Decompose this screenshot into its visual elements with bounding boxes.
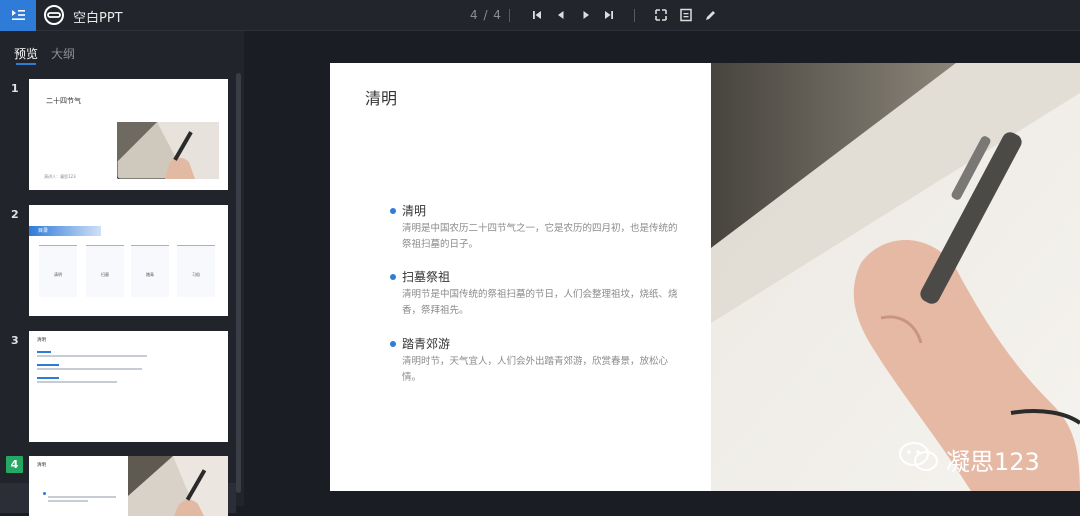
slide-title: 清明 — [365, 89, 398, 108]
top-toolbar: 空白PPT 4 / 4 — [0, 0, 1080, 31]
thumb-footer: 演讲人：凝思123 — [44, 174, 76, 179]
thumb-card: 习俗 — [177, 245, 215, 297]
thumb-line — [37, 351, 51, 353]
thumb-heading: 目录 — [38, 228, 49, 234]
slide-thumbnail-1[interactable]: 二十四节气 演讲人：凝思123 — [29, 79, 228, 190]
slide-thumbnail-4[interactable]: 清明 — [29, 456, 228, 516]
menu-toggle-button[interactable] — [0, 0, 36, 31]
wechat-icon — [899, 442, 938, 471]
pen-icon[interactable] — [703, 7, 717, 23]
divider — [634, 9, 635, 22]
thumb-title: 二十四节气 — [46, 97, 81, 105]
slide-thumbnail-2[interactable]: 目录 清明 扫墓 踏青 习俗 — [29, 205, 228, 316]
thumb-title: 清明 — [37, 338, 46, 343]
divider — [509, 9, 510, 22]
tab-preview[interactable]: 预览 — [14, 45, 38, 62]
thumb-line — [37, 355, 147, 357]
thumb-card: 清明 — [39, 245, 77, 297]
thumb-line — [37, 368, 142, 370]
thumb-line — [48, 500, 88, 502]
thumb-card-label: 踏青 — [146, 272, 154, 277]
app-logo-icon — [44, 5, 64, 25]
last-page-icon[interactable] — [602, 7, 616, 23]
page-indicator: 4 / 4 — [470, 8, 502, 22]
thumb-line — [37, 364, 59, 366]
thumb-card-label: 清明 — [54, 272, 62, 277]
current-slide: 清明 清明 清明是中国农历二十四节气之一，它是农历的四月初，也是传统的祭祖扫墓的… — [330, 63, 1080, 491]
thumb-photo — [128, 456, 228, 516]
notes-icon[interactable] — [679, 7, 693, 23]
slide-number-active: 4 — [6, 456, 23, 473]
bullet-heading: 清明 — [402, 204, 427, 218]
list-icon — [12, 10, 25, 20]
bullet-dot — [390, 274, 396, 280]
slide-number: 1 — [11, 82, 19, 95]
tab-outline[interactable]: 大纲 — [51, 45, 75, 62]
fullscreen-icon[interactable] — [654, 7, 668, 23]
next-page-icon[interactable] — [579, 7, 593, 23]
bullet-text: 清明时节，天气宜人，人们会外出踏青郊游，欣赏春景，放松心情。 — [402, 356, 669, 383]
slide-number: 3 — [11, 334, 19, 347]
watermark-text: 凝思123 — [946, 448, 1040, 476]
thumb-card: 踏青 — [131, 245, 169, 297]
bullet-text: 清明是中国农历二十四节气之一，它是农历的四月初，也是传统的祭祖扫墓的日子。 — [402, 223, 678, 250]
thumb-dot — [43, 492, 46, 495]
thumb-title: 清明 — [37, 463, 46, 468]
previous-page-icon[interactable] — [554, 7, 568, 23]
bullet-text: 清明节是中国传统的祭祖扫墓的节日，人们会整理祖坟，烧纸、烧香，祭拜祖先。 — [402, 289, 678, 316]
active-tab-indicator — [16, 63, 36, 65]
thumb-photo — [117, 122, 219, 179]
bullet-heading: 踏青郊游 — [402, 337, 451, 351]
slide-thumbnail-3[interactable]: 清明 — [29, 331, 228, 442]
bullet-dot — [390, 341, 396, 347]
thumb-line — [37, 377, 59, 379]
thumb-card-label: 扫墓 — [101, 272, 109, 277]
thumb-line — [37, 381, 117, 383]
bullet-dot — [390, 208, 396, 214]
thumb-line — [48, 496, 116, 498]
first-page-icon[interactable] — [530, 7, 544, 23]
thumb-card-label: 习俗 — [192, 272, 200, 277]
slide-panel: 预览 大纲 1 二十四节气 演讲人：凝思123 2 目录 清明 扫墓 踏青 习俗 — [0, 31, 244, 516]
writing-hand-photo — [711, 63, 1080, 491]
app-title: 空白PPT — [73, 11, 123, 26]
slide-number: 2 — [11, 208, 19, 221]
thumb-card: 扫墓 — [86, 245, 124, 297]
bullet-heading: 扫墓祭祖 — [402, 270, 451, 284]
scrollbar[interactable] — [236, 73, 241, 493]
